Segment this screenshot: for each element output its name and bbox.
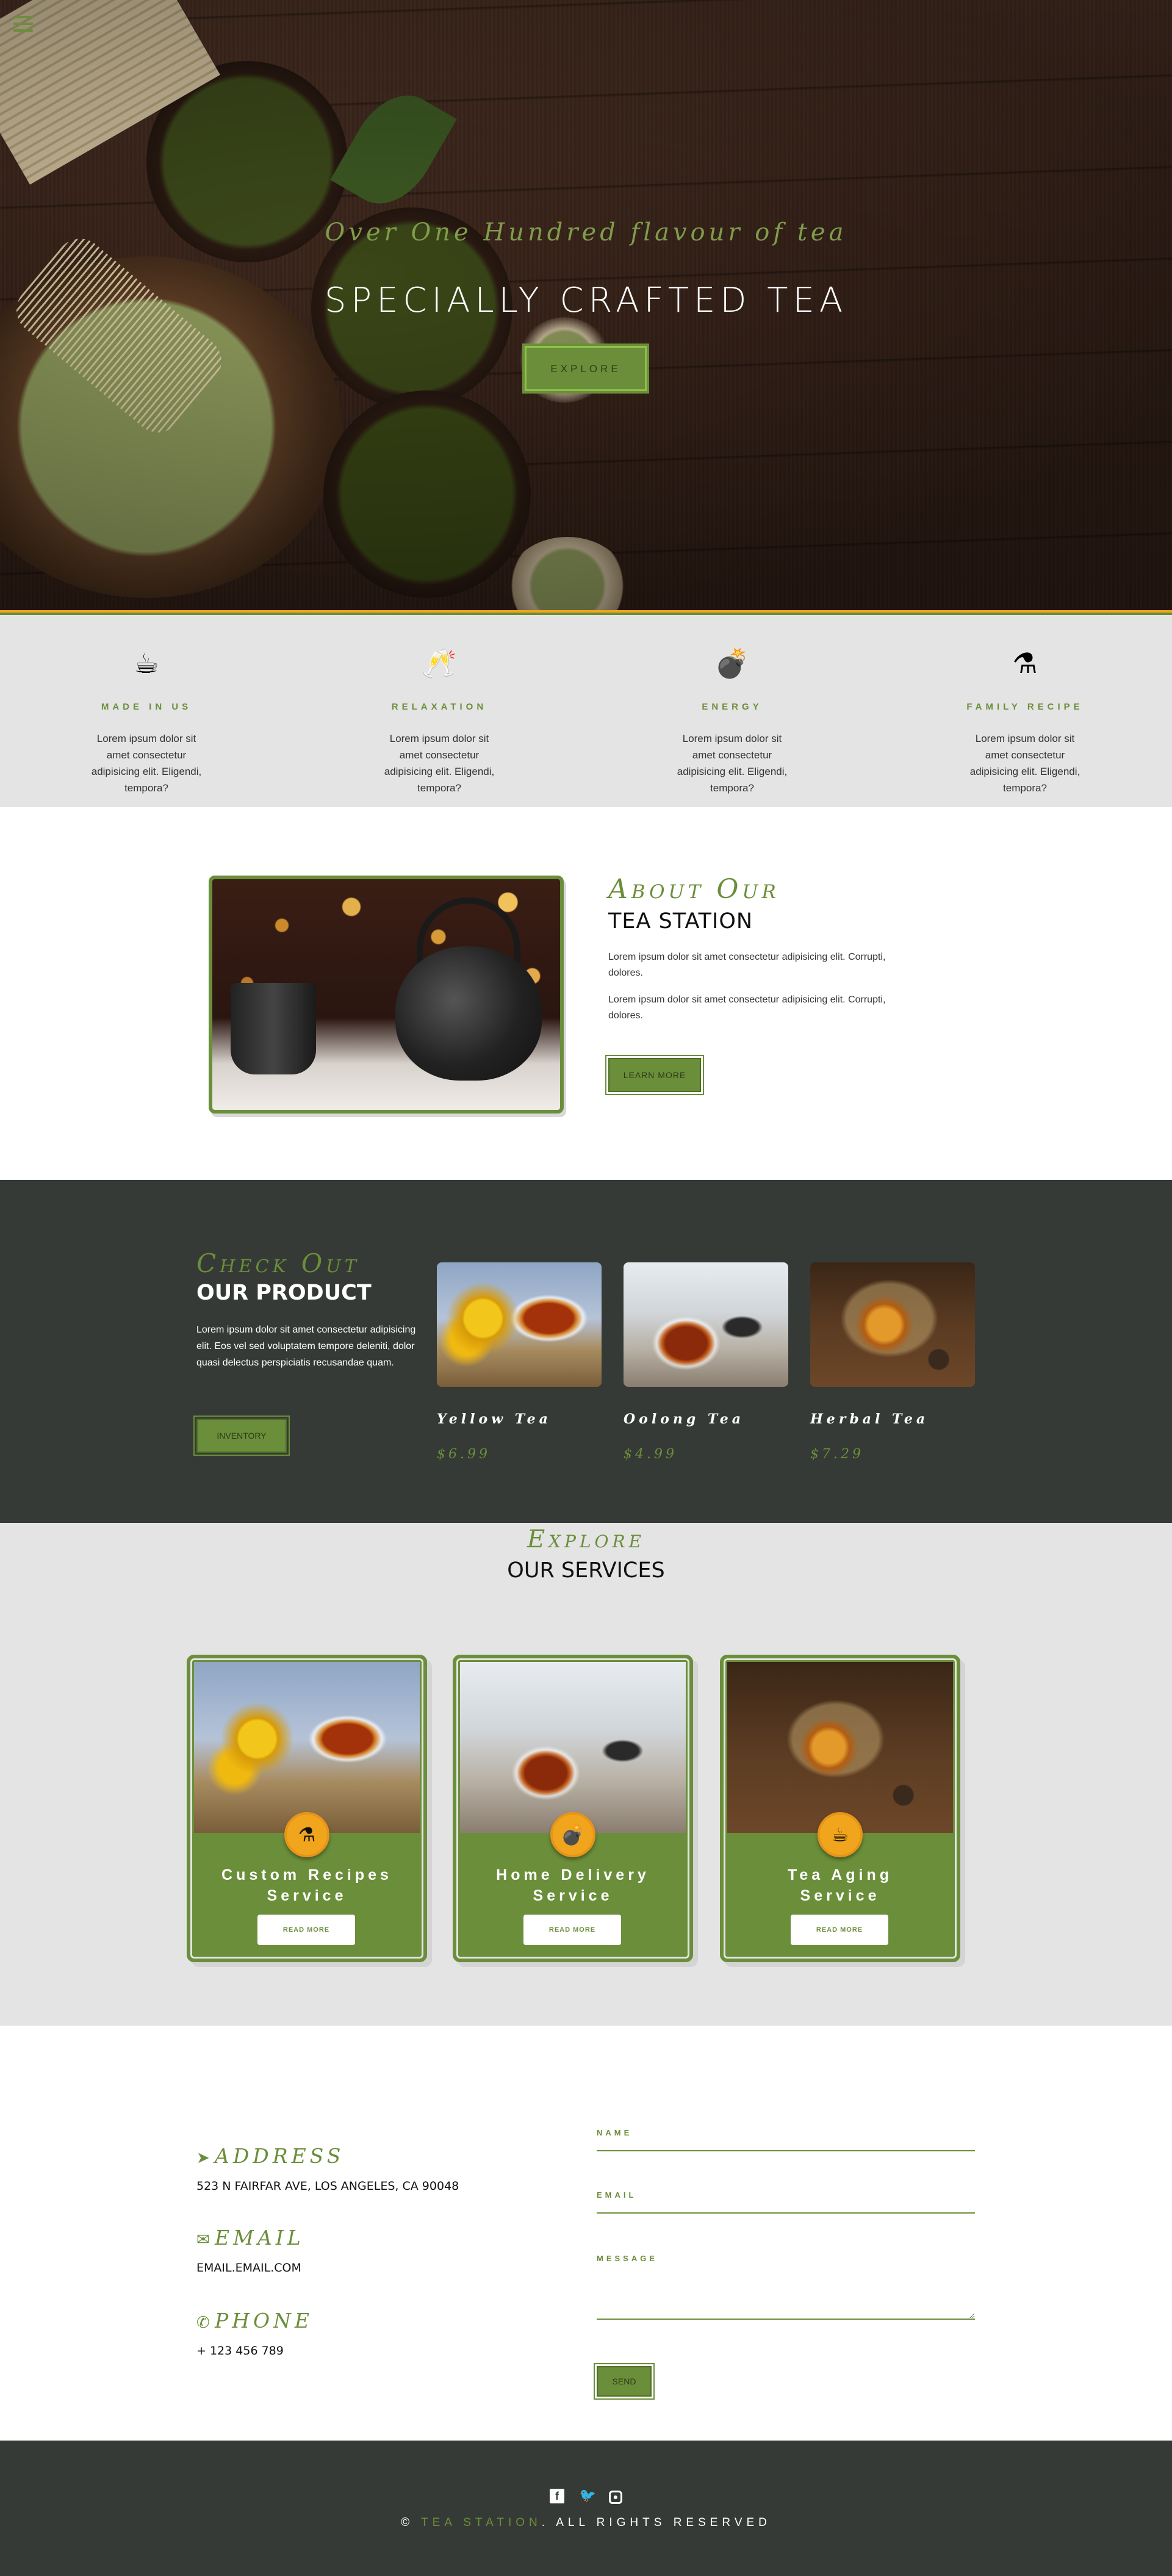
hero-subtitle: Over One Hundred flavour of tea <box>325 218 847 246</box>
product-image <box>810 1262 975 1387</box>
features-section: ☕ MADE IN US Lorem ipsum dolor sit amet … <box>0 615 1172 807</box>
product-name: Yellow Tea <box>437 1411 552 1427</box>
service-card-home-delivery: 💣 Home Delivery Service READ MORE <box>453 1655 693 1962</box>
bomb-icon: 💣 <box>550 1812 595 1857</box>
service-card-custom-recipes: ⚗ Custom Recipes Service READ MORE <box>187 1655 427 1962</box>
name-field[interactable] <box>597 2133 975 2151</box>
feature-made-in-us: ☕ MADE IN US Lorem ipsum dolor sit amet … <box>55 646 238 796</box>
twitter-icon[interactable]: 🐦 <box>580 2488 596 2503</box>
services-section: Explore OUR SERVICES ⚗ Custom Recipes Ser… <box>0 1523 1172 2026</box>
service-image <box>194 1662 420 1833</box>
coffee-cup-icon: ☕ <box>134 647 159 679</box>
feature-energy: 💣 ENERGY Lorem ipsum dolor sit amet cons… <box>641 646 824 796</box>
hero-section: Over One Hundred flavour of tea SPECIALL… <box>0 0 1172 610</box>
service-title: Home Delivery Service <box>496 1866 650 1904</box>
service-title: Tea Aging Service <box>787 1866 893 1904</box>
message-field[interactable] <box>597 2272 975 2320</box>
social-links: f 🐦 ● <box>0 2488 1172 2504</box>
feature-title: RELAXATION <box>391 702 487 712</box>
services-subheading: OUR SERVICES <box>507 1558 665 1583</box>
feature-title: ENERGY <box>702 702 763 712</box>
feature-text: Lorem ipsum dolor sit amet consectetur a… <box>384 733 495 794</box>
about-paragraph-1: Lorem ipsum dolor sit amet consectetur a… <box>608 952 886 978</box>
facebook-icon[interactable]: f <box>550 2489 565 2503</box>
hero-divider-bar <box>0 610 1172 615</box>
phone-value: + 123 456 789 <box>196 2344 284 2358</box>
service-image <box>460 1662 686 1833</box>
cheers-glasses-icon: 🥂 <box>422 647 457 679</box>
email-field[interactable] <box>597 2195 975 2214</box>
send-button[interactable]: SEND <box>597 2366 652 2397</box>
product-image <box>437 1262 602 1387</box>
coffee-cup-icon: ☕ <box>818 1812 863 1857</box>
product-price: $6.99 <box>437 1447 491 1462</box>
product-name: Herbal Tea <box>810 1411 929 1427</box>
product-subheading: OUR PRODUCT <box>196 1281 372 1305</box>
phone-icon: ✆ <box>196 2314 214 2332</box>
bomb-icon: 💣 <box>714 647 750 679</box>
mortar-pestle-icon: ⚗ <box>1012 647 1038 679</box>
service-image <box>727 1662 953 1833</box>
product-name: Oolong Tea <box>624 1411 745 1427</box>
address-value: 523 N FAIRFAR AVE, LOS ANGELES, CA 90048 <box>196 2179 459 2193</box>
read-more-button[interactable]: READ MORE <box>523 1915 621 1945</box>
instagram-icon[interactable]: ● <box>608 2491 622 2504</box>
services-heading: Explore <box>527 1525 645 1553</box>
teapot <box>395 946 542 1081</box>
explore-button[interactable]: EXPLORE <box>525 346 647 391</box>
product-card-yellow-tea[interactable]: Yellow Tea $6.99 <box>437 1262 602 1462</box>
service-card-tea-aging: ☕ Tea Aging Service READ MORE <box>720 1655 960 1962</box>
feature-title: FAMILY RECIPE <box>966 702 1084 712</box>
product-card-herbal-tea[interactable]: Herbal Tea $7.29 <box>810 1262 975 1462</box>
about-subheading: TEA STATION <box>608 909 753 934</box>
product-image <box>624 1262 788 1387</box>
hamburger-menu-icon[interactable] <box>13 16 33 32</box>
envelope-icon: ✉ <box>196 2231 214 2249</box>
learn-more-button[interactable]: LEARN MORE <box>608 1058 701 1092</box>
footer: f 🐦 ● © TEA STATION. ALL RIGHTS RESERVED <box>0 2441 1172 2576</box>
feature-text: Lorem ipsum dolor sit amet consectetur a… <box>969 733 1080 794</box>
product-price: $4.99 <box>624 1447 677 1462</box>
phone-label: ✆PHONE <box>196 2309 314 2333</box>
location-arrow-icon: ➤ <box>196 2149 214 2167</box>
brand-link[interactable]: TEA STATION <box>421 2516 542 2529</box>
address-label: ➤ADDRESS <box>196 2144 345 2168</box>
feature-text: Lorem ipsum dolor sit amet consectetur a… <box>91 733 202 794</box>
copyright: © TEA STATION. ALL RIGHTS RESERVED <box>401 2516 771 2529</box>
about-heading: About Our <box>608 874 780 905</box>
mortar-pestle-icon: ⚗ <box>284 1812 329 1857</box>
read-more-button[interactable]: READ MORE <box>791 1915 888 1945</box>
message-field-label: MESSAGE <box>597 2254 658 2263</box>
product-text: Lorem ipsum dolor sit amet consectetur a… <box>196 1325 416 1368</box>
service-title: Custom Recipes Service <box>221 1866 392 1904</box>
product-price: $7.29 <box>810 1447 864 1462</box>
email-label: ✉EMAIL <box>196 2226 304 2250</box>
feature-text: Lorem ipsum dolor sit amet consectetur a… <box>677 733 788 794</box>
product-heading: Check Out <box>196 1248 361 1278</box>
email-value: EMAIL.EMAIL.COM <box>196 2261 301 2275</box>
hero-title: SPECIALLY CRAFTED TEA <box>324 281 848 320</box>
feature-title: MADE IN US <box>101 702 192 712</box>
product-section: Check Out OUR PRODUCT Lorem ipsum dolor … <box>0 1180 1172 1523</box>
tea-cup <box>231 983 316 1074</box>
feature-relaxation: 🥂 RELAXATION Lorem ipsum dolor sit amet … <box>348 646 531 796</box>
about-teapot-image <box>209 876 564 1114</box>
read-more-button[interactable]: READ MORE <box>257 1915 355 1945</box>
feature-family-recipe: ⚗ FAMILY RECIPE Lorem ipsum dolor sit am… <box>933 646 1116 796</box>
about-paragraph-2: Lorem ipsum dolor sit amet consectetur a… <box>608 995 886 1021</box>
product-card-oolong-tea[interactable]: Oolong Tea $4.99 <box>624 1262 788 1462</box>
inventory-button[interactable]: INVENTORY <box>196 1419 287 1453</box>
